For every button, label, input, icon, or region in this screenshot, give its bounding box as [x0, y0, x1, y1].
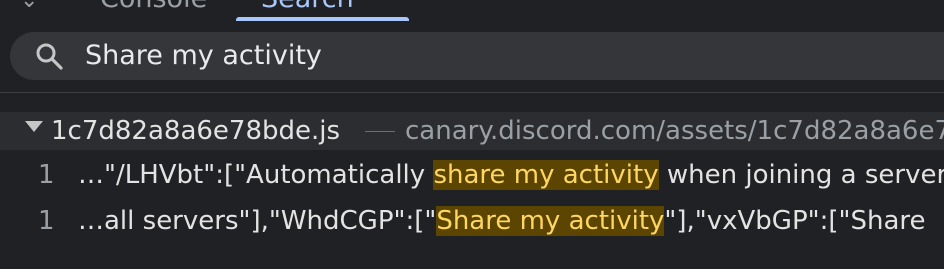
- tab-console[interactable]: Console: [100, 0, 207, 20]
- file-separator: [365, 131, 395, 132]
- search-result-line[interactable]: 1 …"/LHVbt":["Automatically share my act…: [0, 153, 944, 197]
- result-context-before: …"/LHVbt":["Automatically: [78, 160, 434, 190]
- result-text: …"/LHVbt":["Automatically share my activ…: [78, 153, 944, 197]
- active-tab-indicator: [236, 17, 409, 21]
- search-results-divider: [0, 92, 944, 93]
- search-result-file[interactable]: 1c7d82a8a6e78bde.js canary.discord.com/a…: [0, 112, 944, 150]
- line-number: 1: [38, 160, 55, 190]
- result-context-after: "],"vxVbGP":["Share: [664, 206, 926, 236]
- match-highlight: share my activity: [433, 160, 659, 190]
- match-highlight: Share my activity: [436, 206, 665, 236]
- line-number: 1: [38, 206, 55, 236]
- result-context-after: when joining a server"]: [658, 160, 944, 190]
- result-context-before: …all servers"],"WhdCGP":[": [78, 206, 437, 236]
- chevron-down-icon[interactable]: ⌄: [20, 0, 38, 13]
- search-result-line[interactable]: 1 …all servers"],"WhdCGP":["Share my act…: [0, 199, 944, 243]
- triangle-down-icon[interactable]: [25, 121, 43, 132]
- drawer-tab-bar: ⌄ Console Search: [0, 0, 944, 21]
- file-name: 1c7d82a8a6e78bde.js: [51, 116, 341, 146]
- search-input[interactable]: [85, 34, 925, 78]
- result-text: …all servers"],"WhdCGP":["Share my activ…: [78, 199, 926, 243]
- search-icon: [36, 43, 63, 70]
- file-url: canary.discord.com/assets/1c7d82a8a6e78b…: [405, 116, 944, 146]
